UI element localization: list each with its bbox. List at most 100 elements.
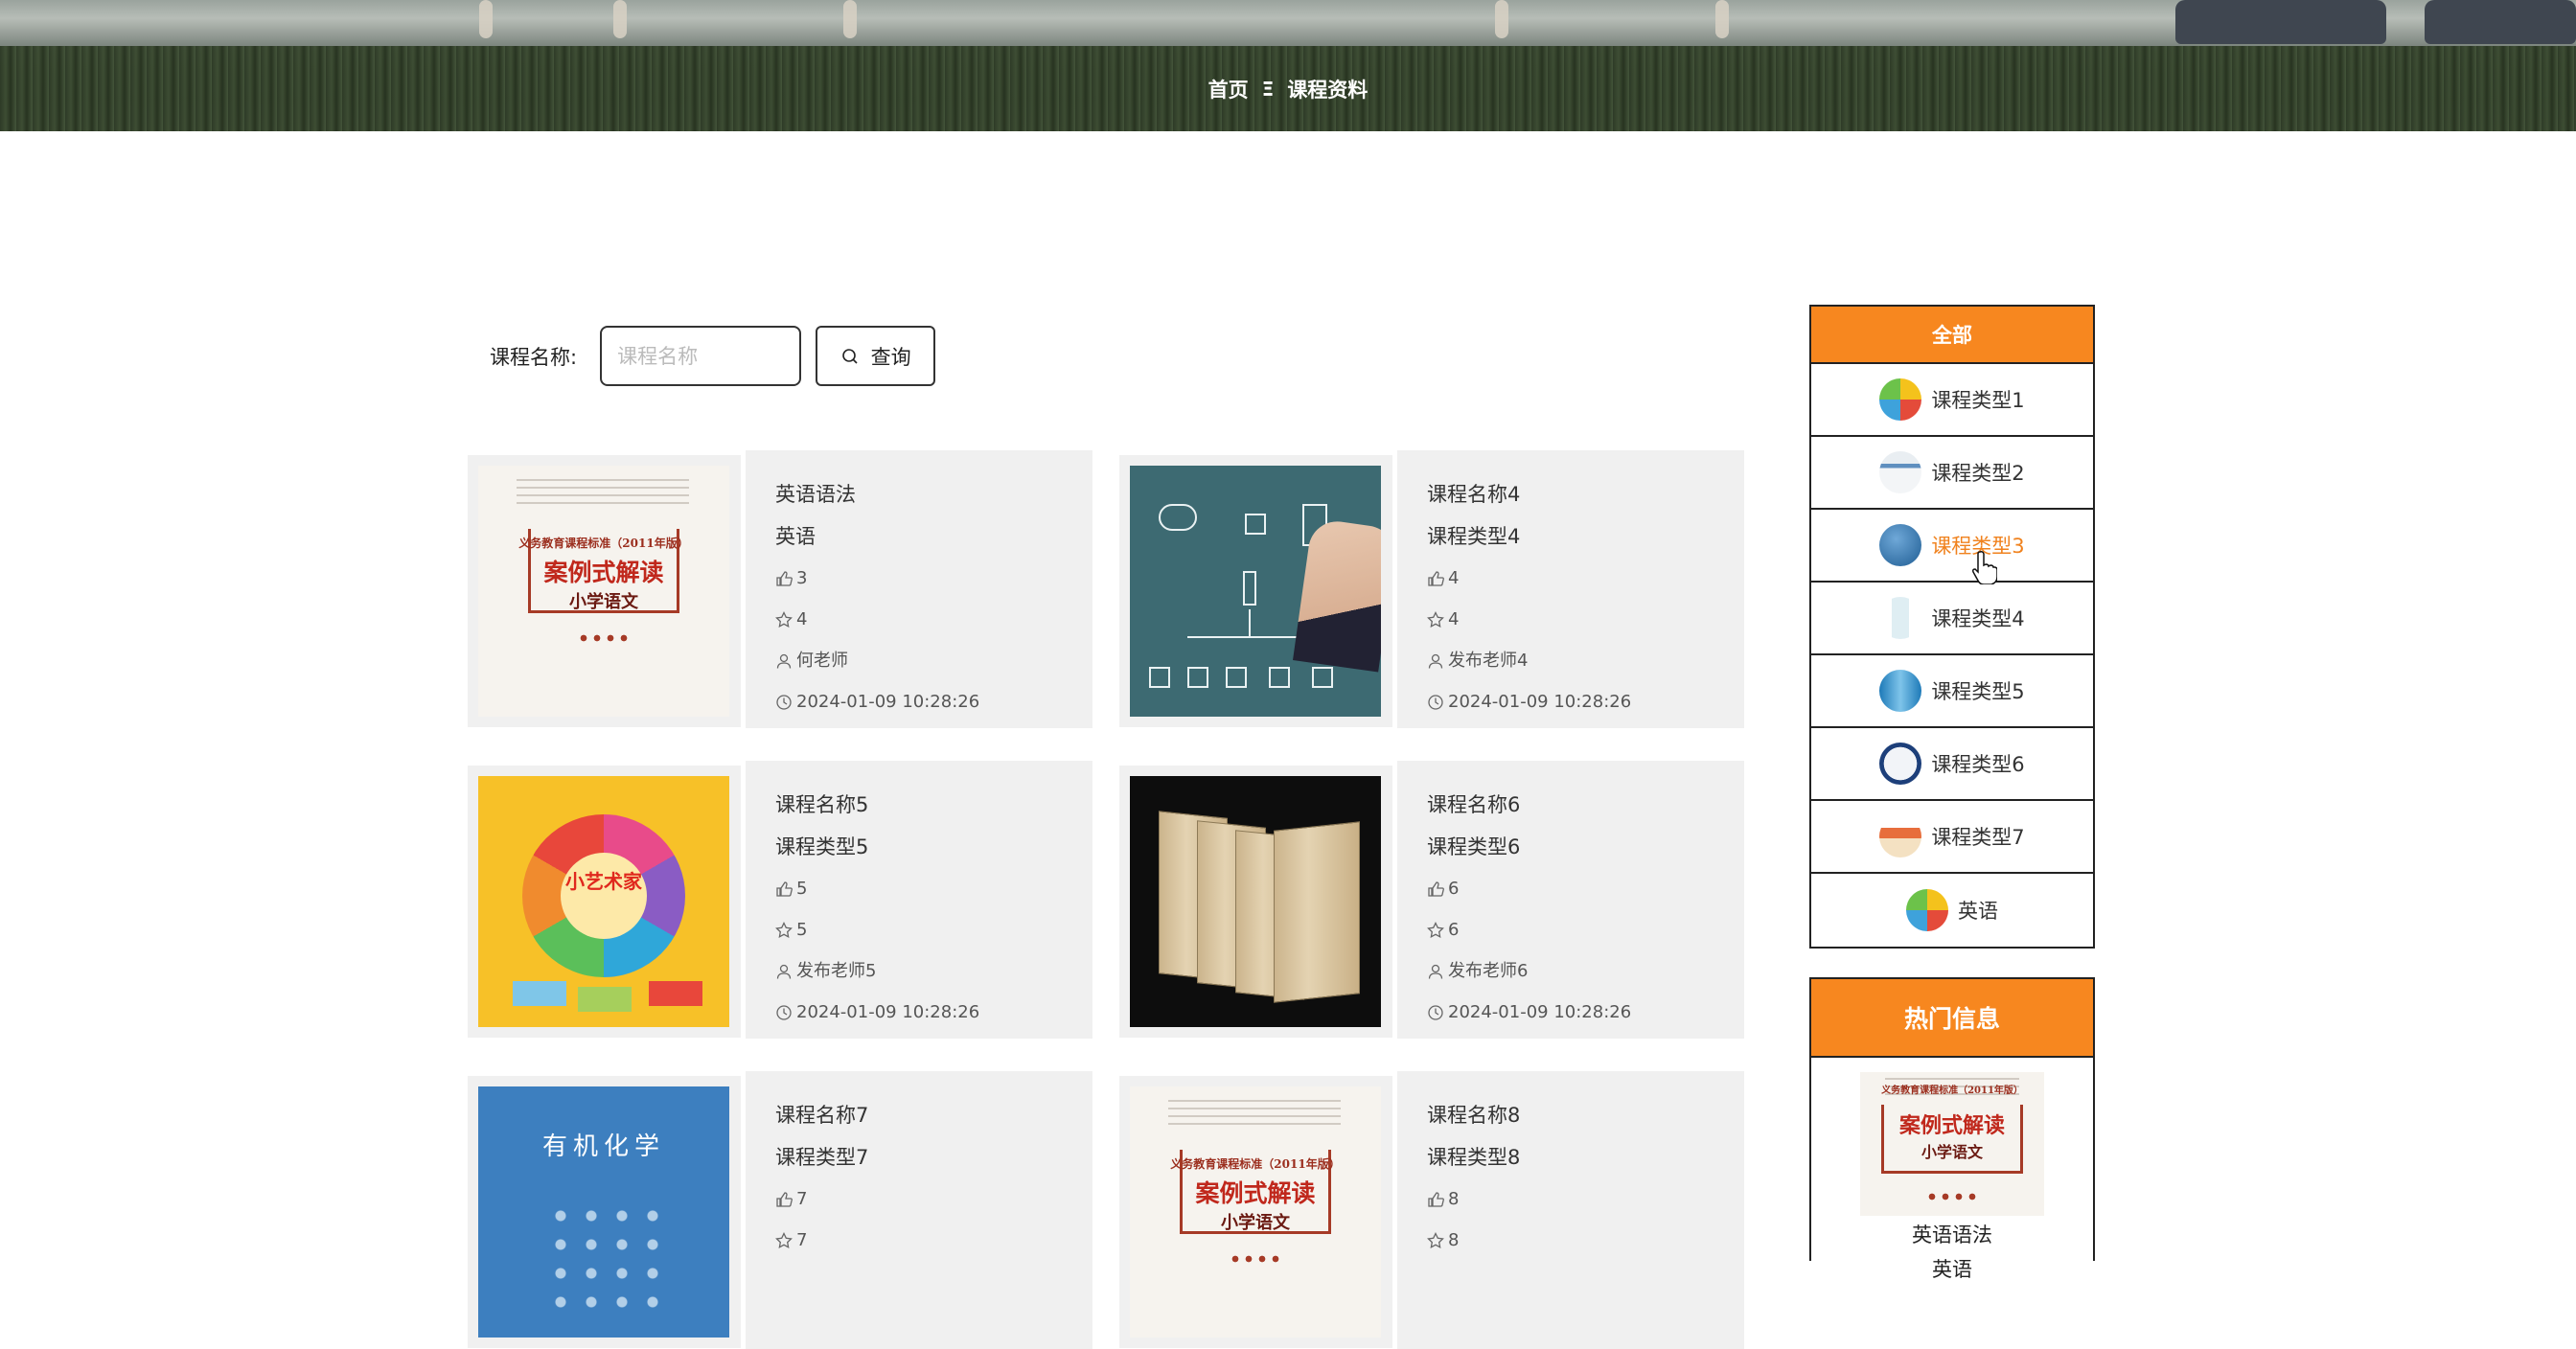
category-list: 全部 课程类型1 课程类型2 课程类型3 课程类型4 课程类型5 课程类型6 课… (1809, 305, 2095, 949)
user-icon (776, 653, 792, 669)
banner-person (479, 0, 493, 38)
course-name[interactable]: 课程名称7 (775, 1094, 1092, 1136)
cover-line1: 义务教育课程标准（2011年版） (518, 537, 689, 550)
course-name[interactable]: 课程名称6 (1427, 784, 1744, 826)
category-item[interactable]: 课程类型1 (1811, 364, 2093, 437)
course-teacher: 发布老师5 (775, 950, 1092, 992)
course-time: 2024-01-09 10:28:26 (775, 992, 1092, 1033)
search-input[interactable] (600, 326, 802, 386)
hand-cursor-icon (1972, 551, 1997, 584)
course-favorites[interactable]: 4 (775, 599, 1092, 640)
category-label: 英语 (1958, 900, 1998, 923)
course-likes[interactable]: 7 (775, 1178, 1092, 1220)
clock-icon (1428, 694, 1443, 710)
course-name[interactable]: 课程名称5 (775, 784, 1092, 826)
course-thumbnail[interactable] (1119, 766, 1392, 1038)
course-card[interactable]: 课程名称4 课程类型4 4 4 发布老师4 2024-01-09 10:28:26 (1119, 450, 1772, 728)
category-label: 课程类型5 (1931, 680, 2025, 703)
hot-item-image[interactable]: 义务教育课程标准（2011年版） 案例式解读 小学语文 (1860, 1072, 2044, 1216)
course-type: 英语 (775, 525, 816, 548)
course-favorites[interactable]: 5 (775, 909, 1092, 950)
course-type: 课程类型6 (1427, 835, 1521, 858)
hot-item-title[interactable]: 英语语法 (1811, 1220, 2093, 1250)
category-item[interactable]: 课程类型5 (1811, 655, 2093, 728)
banner-car (2425, 0, 2576, 44)
breadcrumb-home[interactable]: 首页 (1208, 75, 1249, 103)
category-item[interactable]: 课程类型7 (1811, 801, 2093, 874)
breadcrumb: 首页 Ξ 课程资料 (0, 75, 2576, 103)
course-type: 课程类型5 (775, 835, 869, 858)
search-icon (841, 348, 858, 364)
category-all[interactable]: 全部 (1811, 307, 2093, 364)
course-type: 课程类型4 (1427, 525, 1521, 548)
course-teacher: 发布老师6 (1427, 950, 1744, 992)
course-favorites[interactable]: 7 (775, 1220, 1092, 1261)
course-time: 2024-01-09 10:28:26 (1427, 681, 1744, 722)
category-item[interactable]: 课程类型3 (1811, 510, 2093, 583)
course-favorites[interactable]: 4 (1427, 599, 1744, 640)
user-icon (776, 964, 792, 979)
hot-item-type: 英语 (1932, 1258, 1972, 1281)
course-name[interactable]: 课程名称8 (1427, 1094, 1744, 1136)
category-item[interactable]: 英语 (1811, 874, 2093, 947)
user-icon (1428, 653, 1443, 669)
course-likes[interactable]: 4 (1427, 558, 1744, 599)
course-name[interactable]: 英语语法 (775, 473, 1092, 515)
banner-person (1495, 0, 1508, 38)
star-icon (1427, 1231, 1444, 1248)
category-item[interactable]: 课程类型6 (1811, 728, 2093, 801)
course-card[interactable]: 小艺术家 课程名称5 课程类型5 5 5 发布老师5 2024-01-09 10:2… (468, 761, 1120, 1039)
search-button[interactable]: 查询 (816, 326, 936, 386)
cover-title: 有机化学 (541, 1132, 665, 1161)
course-likes[interactable]: 5 (775, 868, 1092, 909)
course-time: 2024-01-09 10:28:26 (775, 681, 1092, 722)
star-icon (1427, 610, 1444, 628)
category-item[interactable]: 课程类型4 (1811, 583, 2093, 655)
course-info: 课程名称6 课程类型6 6 6 发布老师6 2024-01-09 10:28:26 (1397, 761, 1744, 1039)
category-item[interactable]: 课程类型2 (1811, 437, 2093, 510)
course-card[interactable]: 义务教育课程标准（2011年版） 案例式解读 小学语文 英语语法 英语 3 4何… (468, 450, 1120, 728)
like-icon (776, 1191, 793, 1207)
course-likes[interactable]: 8 (1427, 1178, 1744, 1220)
course-info: 课程名称7 课程类型7 7 7 (746, 1071, 1092, 1349)
hot-info-header: 热门信息 (1811, 979, 2093, 1058)
course-card[interactable]: 有机化学 课程名称7 课程类型7 7 7 (468, 1071, 1120, 1349)
course-thumbnail[interactable]: 义务教育课程标准（2011年版） 案例式解读 小学语文 (1119, 1076, 1392, 1348)
course-cover-image: 义务教育课程标准（2011年版） 案例式解读 小学语文 (478, 466, 729, 717)
cover-center-text: 小艺术家 (565, 870, 642, 893)
course-teacher: 发布老师4 (1427, 640, 1744, 681)
course-favorites[interactable]: 6 (1427, 909, 1744, 950)
breadcrumb-current: 课程资料 (1287, 79, 1368, 102)
cover-line2: 案例式解读 (1195, 1179, 1316, 1207)
course-cover-image: 有机化学 (478, 1086, 729, 1338)
course-likes[interactable]: 6 (1427, 868, 1744, 909)
course-thumbnail[interactable]: 小艺术家 (468, 766, 741, 1038)
star-icon (1427, 921, 1444, 938)
search-bar: 课程名称: 查询 (490, 326, 936, 386)
course-type: 课程类型8 (1427, 1146, 1521, 1169)
course-card[interactable]: 义务教育课程标准（2011年版） 案例式解读 小学语文 课程名称8 课程类型8 … (1119, 1071, 1772, 1349)
course-thumbnail[interactable]: 义务教育课程标准（2011年版） 案例式解读 小学语文 (468, 455, 741, 727)
document-icon (1879, 451, 1922, 493)
course-favorites[interactable]: 8 (1427, 1220, 1744, 1261)
course-type: 课程类型7 (775, 1146, 869, 1169)
course-name[interactable]: 课程名称4 (1427, 473, 1744, 515)
course-card[interactable]: 课程名称6 课程类型6 6 6 发布老师6 2024-01-09 10:28:26 (1119, 761, 1772, 1039)
breadcrumb-separator-icon: Ξ (1261, 78, 1275, 101)
course-info: 课程名称8 课程类型8 8 8 (1397, 1071, 1744, 1349)
like-icon (776, 880, 793, 897)
banner-person (843, 0, 857, 38)
colorful-circle-icon (1879, 378, 1922, 421)
user-icon (1428, 964, 1443, 979)
course-likes[interactable]: 3 (775, 558, 1092, 599)
cover-line1: 义务教育课程标准（2011年版） (1170, 1157, 1341, 1171)
hot-cover-line2: 案例式解读 (1898, 1113, 2005, 1138)
star-icon (775, 1231, 793, 1248)
blue-can-icon (1879, 670, 1922, 712)
cover-line3: 小学语文 (569, 592, 638, 612)
clock-icon (1428, 1004, 1443, 1020)
hot-cover-line3: 小学语文 (1920, 1143, 1983, 1161)
course-thumbnail[interactable]: 有机化学 (468, 1076, 741, 1348)
course-thumbnail[interactable] (1119, 455, 1392, 727)
course-cover-image: 小艺术家 (478, 776, 729, 1027)
